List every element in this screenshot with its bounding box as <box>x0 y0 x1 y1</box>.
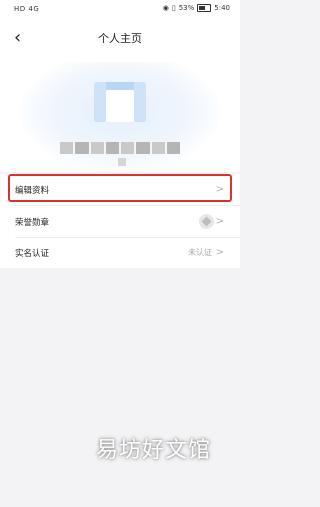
menu-item-honor-medals[interactable]: 荣誉勋章 > <box>0 206 240 237</box>
status-time: 5:40 <box>214 4 230 12</box>
battery-percent: 53% <box>178 4 195 12</box>
eye-icon: ◉ <box>162 4 169 12</box>
highlight-box <box>8 174 232 202</box>
avatar[interactable] <box>94 82 146 122</box>
status-right: ◉ ▯ 53% 5:40 <box>163 4 230 12</box>
watermark: 易坊好文馆 <box>96 438 212 463</box>
chevron-right-icon: > <box>215 247 224 258</box>
battery-icon <box>197 4 212 12</box>
avatar-inner <box>106 90 134 122</box>
blur-block <box>75 142 89 154</box>
status-bar: HD 4G ◉ ▯ 53% 5:40 <box>0 0 240 18</box>
menu-item-label: 荣誉勋章 <box>15 217 50 228</box>
blur-block <box>136 142 150 154</box>
blur-block <box>60 142 74 154</box>
page-title: 个人主页 <box>98 32 142 45</box>
profile-header <box>0 62 240 172</box>
menu-item-label: 实名认证 <box>15 248 50 259</box>
signal-indicator: HD 4G <box>14 5 40 13</box>
blur-block <box>166 142 180 154</box>
blur-block <box>105 142 119 154</box>
menu-item-real-name-auth[interactable]: 实名认证 未认证 > <box>0 237 240 268</box>
blur-block <box>90 142 104 154</box>
vibrate-icon: ▯ <box>171 4 176 12</box>
auth-status: 未认证 <box>188 248 212 257</box>
medal-icon <box>199 214 214 229</box>
blur-block <box>121 142 135 154</box>
top-nav-bar: ‹ 个人主页 <box>0 18 240 62</box>
blur-block <box>151 142 165 154</box>
avatar-top <box>106 82 134 90</box>
chevron-right-icon: > <box>215 216 224 227</box>
blurred-detail <box>118 158 126 166</box>
blurred-username <box>60 142 180 154</box>
